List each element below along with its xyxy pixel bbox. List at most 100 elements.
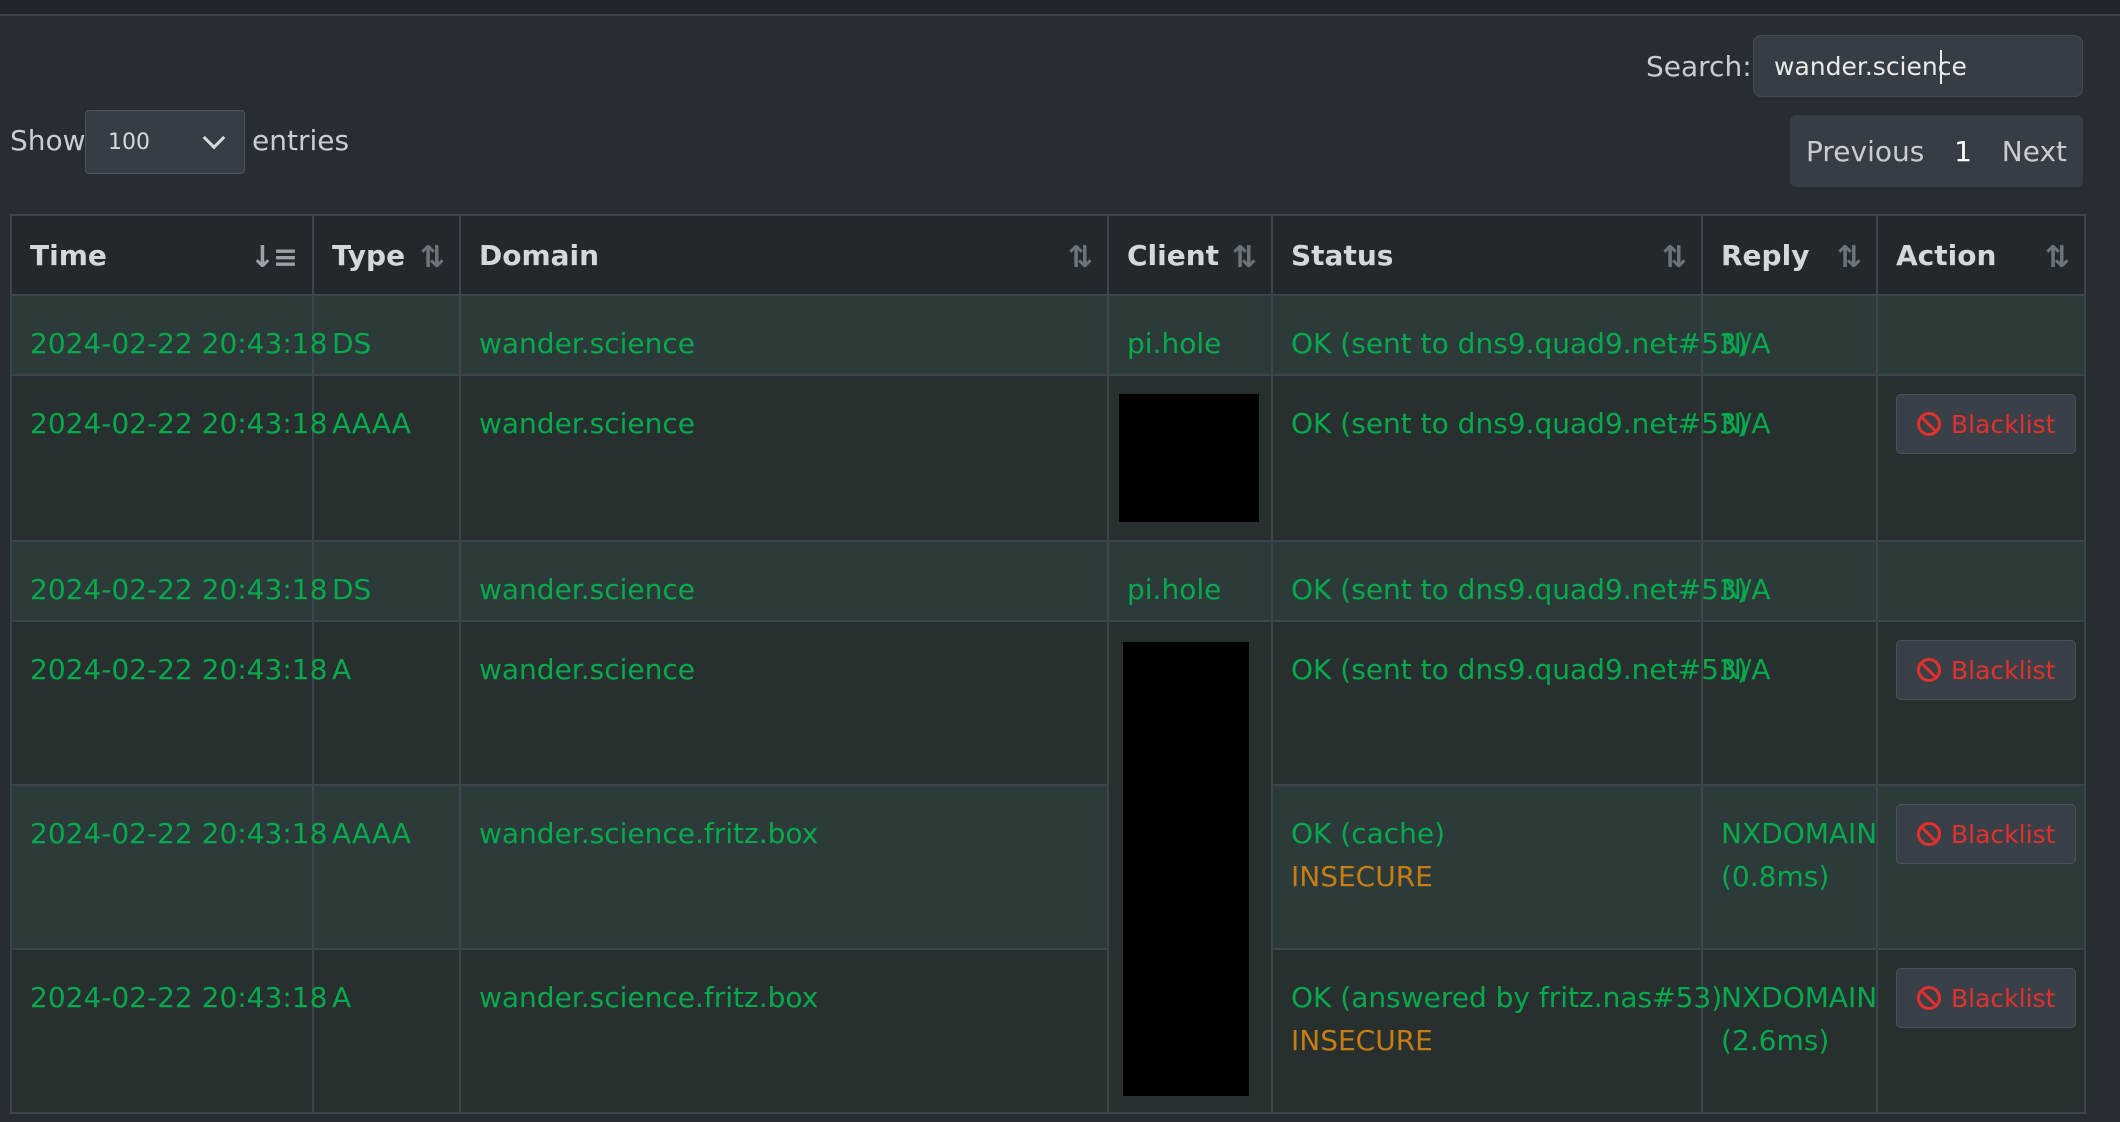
- blacklist-button[interactable]: Blacklist: [1896, 394, 2077, 454]
- table-header-row: Time ↓≡ Type ⇅ Domain ⇅ Client ⇅ Status ⇅ Rep…: [10, 214, 2086, 296]
- query-log-table: Time ↓≡ Type ⇅ Domain ⇅ Client ⇅ Status ⇅ Rep…: [10, 214, 2086, 1114]
- reply-time: (2.6ms): [1721, 1024, 1830, 1057]
- sort-icon: ⇅: [1836, 240, 1862, 275]
- blacklist-button[interactable]: Blacklist: [1896, 640, 2077, 700]
- column-header-domain[interactable]: Domain ⇅: [459, 214, 1109, 296]
- blacklist-button[interactable]: Blacklist: [1896, 968, 2077, 1028]
- column-header-client[interactable]: Client ⇅: [1107, 214, 1273, 296]
- cell-status: OK (sent to dns9.quad9.net#53): [1271, 540, 1748, 622]
- column-header-label: Status: [1291, 238, 1394, 272]
- search-label: Search:: [1646, 50, 1752, 83]
- cell-status: OK (cache) INSECURE: [1271, 784, 1703, 950]
- cell-action: [1876, 540, 2086, 622]
- sort-icon: ⇅: [1231, 240, 1257, 275]
- chevron-down-icon: [202, 126, 226, 150]
- table-row: 2024-02-22 20:43:18 A wander.science.fri…: [10, 948, 2086, 1114]
- column-header-label: Time: [30, 238, 107, 272]
- cell-client: pi.hole: [1107, 540, 1273, 622]
- cell-domain: wander.science: [459, 294, 1109, 376]
- cell-type: DS: [312, 540, 461, 622]
- cell-client: [1107, 374, 1273, 542]
- cell-type: AAAA: [312, 784, 461, 950]
- page-1-button[interactable]: 1: [1954, 135, 1972, 168]
- cell-client: [1107, 620, 1273, 1114]
- table-row: 2024-02-22 20:43:18 AAAA wander.science …: [10, 374, 2086, 542]
- cell-domain: wander.science: [459, 620, 1109, 786]
- cell-action: Blacklist: [1876, 784, 2086, 950]
- entries-label: entries: [252, 124, 350, 157]
- cell-domain: wander.science: [459, 374, 1109, 542]
- status-text: OK (cache): [1291, 817, 1446, 850]
- table-row: 2024-02-22 20:43:18 A wander.science OK …: [10, 620, 2086, 1114]
- cell-time: 2024-02-22 20:43:18: [10, 948, 327, 1114]
- sort-desc-icon: ↓≡: [249, 240, 298, 275]
- column-header-time[interactable]: Time ↓≡: [10, 214, 314, 296]
- cell-time: 2024-02-22 20:43:18: [10, 374, 327, 542]
- next-page-button[interactable]: Next: [2002, 135, 2067, 168]
- ban-icon: [1917, 986, 1941, 1010]
- column-header-status[interactable]: Status ⇅: [1271, 214, 1703, 296]
- cell-reply: NXDOMAIN (0.8ms): [1701, 784, 1878, 950]
- blacklist-button[interactable]: Blacklist: [1896, 804, 2077, 864]
- dnssec-insecure-badge: INSECURE: [1291, 1024, 1433, 1057]
- entries-per-page-select[interactable]: 100: [85, 110, 245, 174]
- cell-reply: N/A: [1701, 620, 1878, 786]
- show-label: Show: [10, 124, 86, 157]
- cell-reply: N/A: [1701, 294, 1878, 376]
- reply-text: NXDOMAIN: [1721, 817, 1878, 850]
- column-header-label: Reply: [1721, 238, 1810, 272]
- top-border: [0, 0, 2120, 16]
- cell-action: Blacklist: [1876, 374, 2086, 542]
- entries-select-value: 100: [108, 129, 150, 155]
- column-header-label: Type: [332, 238, 406, 272]
- redacted-client: [1119, 394, 1259, 522]
- ban-icon: [1917, 822, 1941, 846]
- sort-icon: ⇅: [1067, 240, 1093, 275]
- cell-type: A: [312, 948, 461, 1114]
- sort-icon: ⇅: [1661, 240, 1687, 275]
- table-row: 2024-02-22 20:43:18 AAAA wander.science.…: [10, 784, 2086, 950]
- blacklist-button-label: Blacklist: [1951, 819, 2056, 849]
- cell-domain: wander.science.fritz.box: [459, 948, 1109, 1114]
- reply-time: (0.8ms): [1721, 860, 1830, 893]
- sort-icon: ⇅: [2044, 240, 2070, 275]
- blacklist-button-label: Blacklist: [1951, 409, 2056, 439]
- previous-page-button[interactable]: Previous: [1806, 135, 1924, 168]
- cell-time: 2024-02-22 20:43:18: [10, 784, 327, 950]
- reply-text: NXDOMAIN: [1721, 981, 1878, 1014]
- cell-status: OK (sent to dns9.quad9.net#53): [1271, 374, 1748, 542]
- cell-status: OK (answered by fritz.nas#53) INSECURE: [1271, 948, 1723, 1114]
- cell-time: 2024-02-22 20:43:18: [10, 620, 327, 786]
- cell-reply: N/A: [1701, 540, 1878, 622]
- cell-domain: wander.science: [459, 540, 1109, 622]
- cell-status: OK (sent to dns9.quad9.net#53): [1271, 294, 1748, 376]
- column-header-action[interactable]: Action ⇅: [1876, 214, 2086, 296]
- column-header-label: Client: [1127, 238, 1220, 272]
- cell-domain: wander.science.fritz.box: [459, 784, 1109, 950]
- column-header-type[interactable]: Type ⇅: [312, 214, 461, 296]
- cell-time: 2024-02-22 20:43:18: [10, 294, 327, 376]
- dnssec-insecure-badge: INSECURE: [1291, 860, 1433, 893]
- ban-icon: [1917, 658, 1941, 682]
- cell-action: Blacklist: [1876, 948, 2086, 1114]
- redacted-client: [1123, 642, 1249, 1096]
- cell-type: A: [312, 620, 461, 786]
- cell-time: 2024-02-22 20:43:18: [10, 540, 327, 622]
- pagination: Previous 1 Next: [1790, 115, 2083, 187]
- cell-action: Blacklist: [1876, 620, 2086, 786]
- blacklist-button-label: Blacklist: [1951, 983, 2056, 1013]
- cell-type: DS: [312, 294, 461, 376]
- search-input[interactable]: [1753, 35, 2083, 97]
- column-header-reply[interactable]: Reply ⇅: [1701, 214, 1878, 296]
- status-text: OK (answered by fritz.nas#53): [1291, 981, 1723, 1014]
- table-row: 2024-02-22 20:43:18 DS wander.science pi…: [10, 540, 2086, 622]
- table-row: 2024-02-22 20:43:18 DS wander.science pi…: [10, 294, 2086, 376]
- cell-type: AAAA: [312, 374, 461, 542]
- sort-icon: ⇅: [419, 240, 445, 275]
- cell-reply: N/A: [1701, 374, 1878, 542]
- cell-action: [1876, 294, 2086, 376]
- cell-status: OK (sent to dns9.quad9.net#53): [1271, 620, 1748, 786]
- column-header-label: Action: [1896, 238, 1997, 272]
- ban-icon: [1917, 412, 1941, 436]
- blacklist-button-label: Blacklist: [1951, 655, 2056, 685]
